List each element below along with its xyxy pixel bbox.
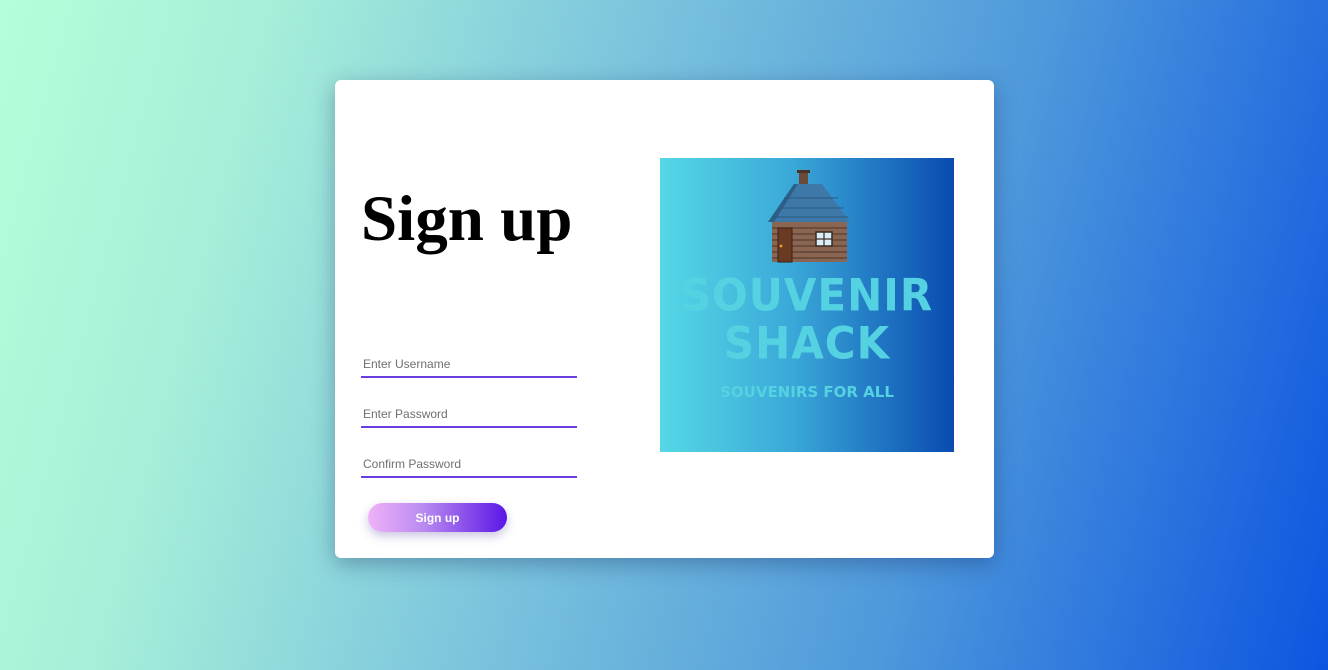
brand-name-line1: SOUVENIR: [680, 269, 934, 322]
confirm-password-input[interactable]: [361, 444, 577, 478]
page-title: Sign up: [361, 183, 573, 255]
brand-name-line2: SHACK: [723, 317, 891, 370]
brand-tagline: SOUVENIRS FOR ALL: [720, 383, 894, 401]
signup-card: Sign up Sign up: [335, 80, 994, 558]
log-cabin-icon: [768, 170, 850, 263]
brand-logo: SOUVENIR SHACK SOUVENIRS FOR ALL: [660, 158, 954, 452]
password-input[interactable]: [361, 394, 577, 428]
username-input[interactable]: [361, 344, 577, 378]
signup-button[interactable]: Sign up: [368, 503, 507, 532]
